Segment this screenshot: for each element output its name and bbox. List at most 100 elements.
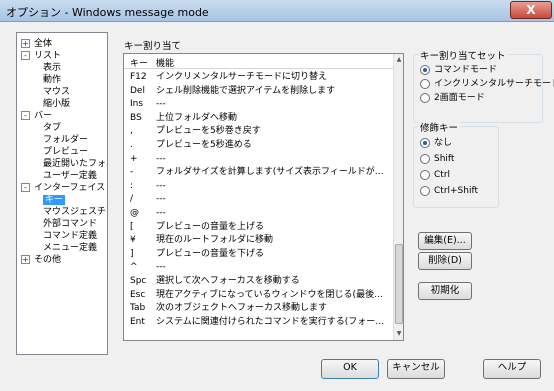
tree-item[interactable]: 縮小版 — [43, 98, 70, 110]
tree-item[interactable]: ユーザー定義 — [43, 170, 97, 182]
radio-button-icon[interactable] — [420, 186, 430, 196]
table-row[interactable]: . プレビューを5秒進める — [124, 139, 394, 152]
tree-item[interactable]: マウスジェスチャ — [43, 206, 107, 218]
table-row[interactable]: - フォルダサイズを計算します(サイズ表示フィールドがある場合に... — [124, 166, 394, 179]
key-cell: ¥ — [130, 235, 136, 246]
key-assignment-list[interactable]: キー 機能 F12 インクリメンタルサーチモードに切り替え Del シェル削除機能で選… — [123, 53, 404, 341]
cancel-button[interactable]: キャンセル — [387, 359, 445, 379]
table-row[interactable]: ^ --- — [124, 261, 394, 274]
column-header-key[interactable]: キー — [130, 56, 148, 69]
key-cell: . — [130, 140, 133, 150]
tree-item[interactable]: 表示 — [43, 62, 61, 74]
key-cell: [ — [130, 221, 134, 232]
key-cell: Spc — [130, 276, 147, 286]
tree-item[interactable]: メニュー定義 — [43, 242, 97, 254]
radio-button-icon[interactable] — [420, 138, 430, 148]
table-row[interactable]: Ent システムに関連付けられたコマンドを実行する(フォーカスナビゲー... — [124, 316, 394, 329]
modifier-group: 修飾キー なし Shift Ctrl Ctrl+Shift — [413, 120, 499, 208]
tree-item-label: 外部コマンド — [43, 219, 98, 229]
column-header-function[interactable]: 機能 — [156, 56, 174, 69]
expand-icon[interactable]: + — [21, 255, 30, 264]
expand-icon[interactable]: + — [21, 39, 30, 48]
function-cell: --- — [156, 194, 166, 205]
table-row[interactable]: ] プレビューの音量を下げる — [124, 248, 394, 261]
function-cell: インクリメンタルサーチモードに切り替え — [156, 72, 328, 82]
close-button[interactable]: X — [510, 1, 552, 19]
delete-button[interactable]: 削除(D) — [418, 252, 472, 270]
function-cell: 現在のルートフォルダに移動 — [156, 235, 274, 246]
radio-button-icon[interactable] — [420, 170, 430, 180]
function-cell: 上位フォルダへ移動 — [156, 112, 238, 123]
collapse-icon[interactable]: - — [21, 111, 30, 120]
tree-item-label: リスト — [34, 51, 62, 61]
tree-item[interactable]: 最近開いたフォルダ — [43, 158, 107, 170]
radio-label: Shift — [434, 154, 455, 164]
radio-button-icon[interactable] — [420, 65, 430, 75]
table-row[interactable]: : --- — [124, 180, 394, 193]
radio-button-icon[interactable] — [420, 154, 430, 164]
tree-item[interactable]: マウス — [43, 86, 70, 98]
tree-item[interactable]: キー — [43, 194, 66, 206]
radio-label: なし — [434, 138, 453, 148]
tree-item[interactable]: タブ — [43, 122, 61, 134]
function-cell: フォルダサイズを計算します(サイズ表示フィールドがある場合に... — [156, 167, 392, 178]
table-row[interactable]: [プレビューの音量を上げる — [124, 221, 394, 234]
radio-button-icon[interactable] — [420, 79, 430, 89]
help-button[interactable]: ヘルプ — [483, 359, 541, 379]
radio-label: Ctrl+Shift — [434, 186, 479, 196]
table-row[interactable]: BS 上位フォルダへ移動 — [124, 112, 394, 125]
tree-item[interactable]: フォルダー — [43, 134, 88, 146]
key-cell: F12 — [130, 72, 147, 82]
tree-item[interactable]: 外部コマンド — [43, 218, 97, 230]
key-cell: @ — [130, 208, 139, 218]
keyset-group-label: キー割り当てセット — [418, 48, 508, 62]
radio-label: Ctrl — [434, 170, 451, 180]
window-title: オプション - Windows message mode — [6, 6, 209, 19]
key-cell: : — [130, 180, 134, 191]
table-row[interactable]: , プレビューを5秒巻き戻す — [124, 125, 394, 138]
function-cell: --- — [156, 99, 166, 110]
function-cell: プレビューの音量を下げる — [156, 248, 265, 259]
collapse-icon[interactable]: - — [21, 51, 30, 60]
radio-label: インクリメンタルサーチモード — [434, 79, 554, 89]
function-cell: --- — [156, 208, 166, 218]
function-cell: 選択して次へフォーカスを移動する — [156, 276, 300, 286]
tree-item[interactable]: コマンド定義 — [43, 230, 97, 242]
tree-item-label: キー — [43, 195, 66, 205]
ok-button[interactable]: OK — [321, 359, 379, 379]
scroll-thumb[interactable] — [395, 244, 403, 324]
function-cell: プレビューを5秒巻き戻す — [156, 126, 261, 137]
table-row[interactable]: Ins --- — [124, 98, 394, 111]
table-row[interactable]: / --- — [124, 193, 394, 206]
edit-button[interactable]: 編集(E)... — [418, 232, 472, 250]
vertical-scrollbar[interactable]: ▲ ▼ — [393, 54, 403, 340]
table-row[interactable]: Spc 選択して次へフォーカスを移動する — [124, 275, 394, 288]
reset-button[interactable]: 初期化 — [418, 282, 472, 300]
table-row[interactable]: F12 インクリメンタルサーチモードに切り替え — [124, 71, 394, 84]
table-row[interactable]: + --- — [124, 153, 394, 166]
tree-item-label: 最近開いたフォルダ — [43, 159, 107, 169]
tree-item-label: 表示 — [43, 63, 62, 73]
radio-button-icon[interactable] — [420, 93, 430, 103]
key-cell: / — [130, 194, 134, 205]
table-row[interactable]: @ --- — [124, 207, 394, 220]
radio-label: 2画面モード — [434, 93, 485, 103]
table-row[interactable]: Esc 現在アクティブになっているウィンドウを閉じる(最後の一つであれ... — [124, 289, 394, 302]
tree-item[interactable]: プレビュー — [43, 146, 88, 158]
table-row[interactable]: Tab 次のオブジェクトへフォーカス移動します — [124, 302, 394, 315]
table-row[interactable]: Del シェル削除機能で選択アイテムを削除します — [124, 85, 394, 98]
keyset-group: キー割り当てセット コマンドモードインクリメンタルサーチモード 2画面モード — [413, 48, 554, 123]
scroll-down-arrow-icon[interactable]: ▼ — [394, 328, 403, 340]
tree-item-label: 全体 — [34, 39, 53, 49]
key-assignment-label: キー割り当て — [124, 41, 182, 52]
tree-item-label: メニュー定義 — [43, 243, 98, 253]
scroll-up-arrow-icon[interactable]: ▲ — [394, 54, 403, 66]
tree-item[interactable]: 動作 — [43, 74, 61, 86]
function-cell: 次のオブジェクトへフォーカス移動します — [156, 303, 328, 314]
key-cell: - — [130, 167, 134, 178]
tree-item-label: 縮小版 — [43, 99, 71, 109]
radio-label: コマンドモード — [434, 65, 498, 75]
collapse-icon[interactable]: - — [21, 183, 30, 192]
table-row[interactable]: ¥ 現在のルートフォルダに移動 — [124, 234, 394, 247]
settings-tree[interactable]: +全体-リスト表示動作マウス縮小版-バータブフォルダープレビュー最近開いたフォル… — [16, 32, 108, 355]
